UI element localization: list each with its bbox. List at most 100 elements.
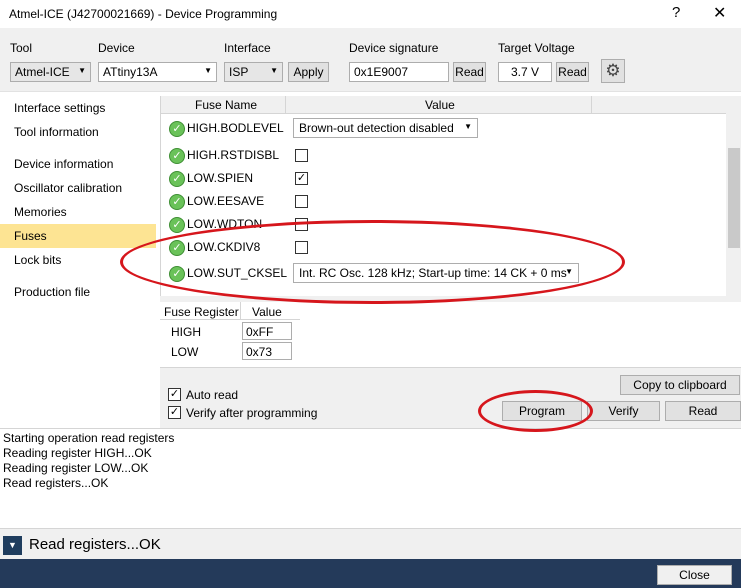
fuse-row: ✓ LOW.WDTON xyxy=(161,214,726,236)
fuse-table-scrollbar[interactable] xyxy=(726,96,741,296)
check-ok-icon: ✓ xyxy=(169,121,185,137)
bodlevel-value: Brown-out detection disabled xyxy=(299,121,454,135)
fuse-table: Fuse Name Value ✓ HIGH.BODLEVEL Brown-ou… xyxy=(160,96,741,296)
tool-select-value: Atmel-ICE xyxy=(15,65,70,79)
voltage-field[interactable]: 3.7 V xyxy=(498,62,552,82)
column-divider[interactable] xyxy=(285,96,286,114)
fuse-row: ✓ LOW.CKDIV8 xyxy=(161,237,726,259)
tool-label: Tool xyxy=(10,41,33,55)
check-ok-icon: ✓ xyxy=(169,194,185,210)
bodlevel-select[interactable]: Brown-out detection disabled ▼ xyxy=(293,118,478,138)
rstdisbl-checkbox[interactable] xyxy=(295,149,308,162)
auto-read-checkbox[interactable]: ✓ xyxy=(168,388,181,401)
chevron-down-icon[interactable]: ▼ xyxy=(3,536,22,555)
fuse-name: LOW.SUT_CKSEL xyxy=(187,266,288,280)
action-bar: ✓ Auto read ✓ Verify after programming C… xyxy=(160,367,741,428)
register-name-header: Fuse Register xyxy=(164,305,239,319)
toolbar: Tool Atmel-ICE ▼ Device ATtiny13A ▼ Inte… xyxy=(0,28,741,92)
fuse-value-header: Value xyxy=(425,98,455,112)
apply-button[interactable]: Apply xyxy=(288,62,329,82)
sidebar: Interface settings Tool information Devi… xyxy=(0,92,158,427)
fuse-name: LOW.WDTON xyxy=(187,217,263,231)
fuse-row: ✓ LOW.EESAVE xyxy=(161,191,726,213)
fuse-name: LOW.EESAVE xyxy=(187,194,265,208)
sidebar-item-tool-information[interactable]: Tool information xyxy=(0,120,156,144)
chevron-down-icon: ▼ xyxy=(464,122,472,131)
sidebar-item-interface-settings[interactable]: Interface settings xyxy=(0,96,156,120)
verify-button[interactable]: Verify xyxy=(587,401,660,421)
fuse-name: HIGH.RSTDISBL xyxy=(187,148,280,162)
fuse-name: LOW.SPIEN xyxy=(187,171,254,185)
column-divider[interactable] xyxy=(591,96,592,114)
sidebar-item-memories[interactable]: Memories xyxy=(0,200,156,224)
output-log[interactable]: Starting operation read registers Readin… xyxy=(0,428,741,528)
fuse-row: ✓ HIGH.BODLEVEL Brown-out detection disa… xyxy=(161,118,726,140)
fuse-name-header: Fuse Name xyxy=(195,98,258,112)
column-divider[interactable] xyxy=(240,302,241,320)
chevron-down-icon: ▼ xyxy=(270,66,278,75)
sut-cksel-select[interactable]: Int. RC Osc. 128 kHz; Start-up time: 14 … xyxy=(293,263,579,283)
verify-after-programming-checkbox[interactable]: ✓ xyxy=(168,406,181,419)
log-line: Starting operation read registers xyxy=(3,431,175,445)
fuse-row: ✓ HIGH.RSTDISBL xyxy=(161,145,726,167)
fuse-name: HIGH.BODLEVEL xyxy=(187,121,284,135)
device-label: Device xyxy=(98,41,135,55)
device-select-value: ATtiny13A xyxy=(103,65,158,79)
fuse-name: LOW.CKDIV8 xyxy=(187,240,261,254)
signature-field[interactable]: 0x1E9007 xyxy=(349,62,449,82)
title-bar: Atmel-ICE (J42700021669) - Device Progra… xyxy=(0,0,741,28)
register-table-header: Fuse Register Value xyxy=(160,302,300,320)
high-register-field[interactable]: 0xFF xyxy=(242,322,292,340)
check-ok-icon: ✓ xyxy=(169,266,185,282)
wdton-checkbox[interactable] xyxy=(295,218,308,231)
check-ok-icon: ✓ xyxy=(169,148,185,164)
window-title: Atmel-ICE (J42700021669) - Device Progra… xyxy=(9,7,278,21)
chevron-down-icon: ▼ xyxy=(204,66,212,75)
help-icon[interactable]: ? xyxy=(672,4,680,21)
close-button[interactable]: Close xyxy=(657,565,732,585)
signature-label: Device signature xyxy=(349,41,439,55)
voltage-read-button[interactable]: Read xyxy=(556,62,589,82)
status-bar: ▼ Read registers...OK xyxy=(0,528,741,559)
spien-checkbox[interactable]: ✓ xyxy=(295,172,308,185)
read-button[interactable]: Read xyxy=(665,401,741,421)
auto-read-label: Auto read xyxy=(186,388,239,402)
register-value-header: Value xyxy=(252,305,282,319)
fuse-register-table: Fuse Register Value HIGH 0xFF LOW 0x73 xyxy=(160,302,741,367)
dialog-footer: Close xyxy=(0,559,741,588)
gear-icon[interactable]: ⚙ xyxy=(601,59,625,83)
check-ok-icon: ✓ xyxy=(169,217,185,233)
register-row: LOW 0x73 xyxy=(160,342,300,362)
tool-select[interactable]: Atmel-ICE ▼ xyxy=(10,62,91,82)
register-name: HIGH xyxy=(171,325,201,339)
ckdiv8-checkbox[interactable] xyxy=(295,241,308,254)
check-ok-icon: ✓ xyxy=(169,240,185,256)
status-message: Read registers...OK xyxy=(29,536,161,553)
log-line: Reading register LOW...OK xyxy=(3,461,149,475)
sut-cksel-value: Int. RC Osc. 128 kHz; Start-up time: 14 … xyxy=(299,266,567,280)
interface-label: Interface xyxy=(224,41,271,55)
chevron-down-icon: ▼ xyxy=(78,66,86,75)
fuse-row: ✓ LOW.SPIEN ✓ xyxy=(161,168,726,190)
sidebar-item-device-information[interactable]: Device information xyxy=(0,152,156,176)
chevron-down-icon: ▼ xyxy=(565,267,573,276)
interface-select-value: ISP xyxy=(229,65,249,79)
scrollbar-thumb[interactable] xyxy=(728,148,740,248)
copy-to-clipboard-button[interactable]: Copy to clipboard xyxy=(620,375,740,395)
verify-after-programming-label: Verify after programming xyxy=(186,406,318,420)
interface-select[interactable]: ISP ▼ xyxy=(224,62,283,82)
signature-read-button[interactable]: Read xyxy=(453,62,486,82)
log-line: Reading register HIGH...OK xyxy=(3,446,152,460)
register-row: HIGH 0xFF xyxy=(160,322,300,342)
program-button[interactable]: Program xyxy=(502,401,582,421)
close-window-icon[interactable]: ✕ xyxy=(713,3,726,23)
sidebar-item-oscillator-calibration[interactable]: Oscillator calibration xyxy=(0,176,156,200)
sidebar-item-lock-bits[interactable]: Lock bits xyxy=(0,248,156,272)
sidebar-item-fuses[interactable]: Fuses xyxy=(0,224,156,248)
low-register-field[interactable]: 0x73 xyxy=(242,342,292,360)
fuse-table-header: Fuse Name Value xyxy=(161,96,726,114)
register-name: LOW xyxy=(171,345,199,359)
device-select[interactable]: ATtiny13A ▼ xyxy=(98,62,217,82)
sidebar-item-production-file[interactable]: Production file xyxy=(0,280,156,304)
eesave-checkbox[interactable] xyxy=(295,195,308,208)
